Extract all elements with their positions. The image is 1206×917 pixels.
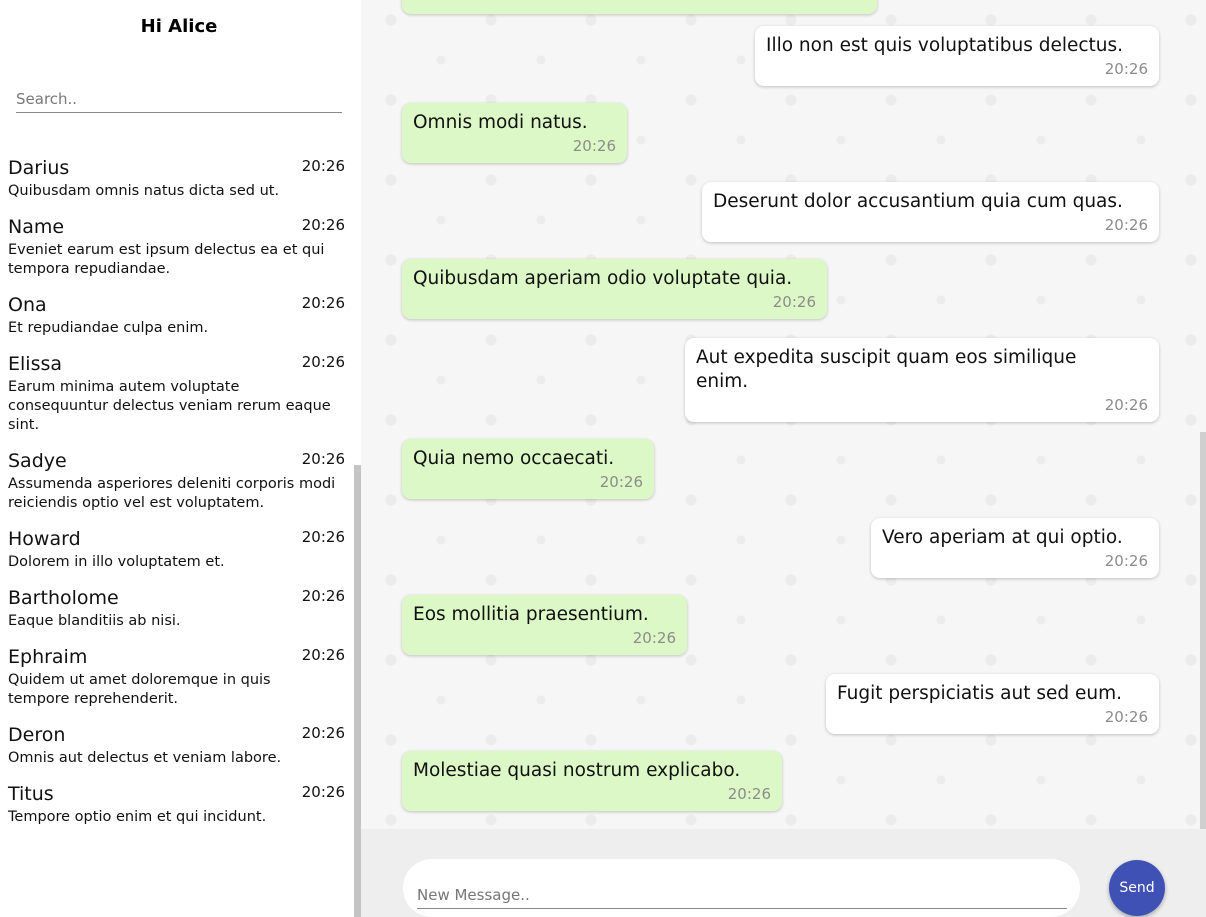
- message-time: 20:26: [599, 473, 643, 491]
- message-text: Vero aperiam at qui optio.: [882, 527, 1123, 548]
- contact-preview: Assumenda asperiores deleniti corporis m…: [8, 476, 336, 511]
- message-bubble-outgoing: Aut expedita suscipit quam eos similique…: [685, 338, 1159, 422]
- search-input[interactable]: [16, 85, 342, 113]
- message-text: Eos mollitia praesentium.: [413, 604, 649, 625]
- contact-time: 20:26: [301, 216, 345, 234]
- contact-name: Elissa: [8, 353, 63, 375]
- contact-name: Deron: [8, 724, 66, 746]
- contacts-sidebar: Hi Alice Darius 20:26 Quibusdam omnis na…: [0, 0, 361, 917]
- contact-preview: Earum minima autem voluptate consequuntu…: [8, 379, 331, 433]
- contact-preview: Eaque blanditiis ab nisi.: [8, 613, 181, 629]
- contact-item-sadye[interactable]: Sadye 20:26 Assumenda asperiores delenit…: [0, 443, 354, 521]
- message-time: 20:26: [1104, 708, 1148, 726]
- contact-time: 20:26: [301, 450, 345, 468]
- message-time: 20:26: [632, 629, 676, 647]
- contact-name: Ona: [8, 294, 47, 316]
- message-bubble-incoming: Quia nemo occaecati. 20:26: [402, 439, 654, 499]
- message-text: Aut expedita suscipit quam eos similique…: [696, 347, 1077, 392]
- message-bubble-incoming: Eos mollitia praesentium. 20:26: [402, 595, 687, 655]
- message-time: 20:26: [727, 785, 771, 803]
- contact-time: 20:26: [301, 528, 345, 546]
- contact-preview: Eveniet earum est ipsum delectus ea et q…: [8, 242, 325, 277]
- message-text: Omnis modi natus.: [413, 112, 588, 133]
- message-time: 20:26: [572, 137, 616, 155]
- contact-name: Titus: [8, 783, 54, 805]
- contact-name: Darius: [8, 157, 70, 179]
- new-message-input[interactable]: [417, 881, 1067, 909]
- message-text: Quibusdam aperiam odio voluptate quia.: [413, 268, 793, 289]
- message-bubble-outgoing: Deserunt dolor accusantium quia cum quas…: [702, 182, 1159, 242]
- contact-item-elissa[interactable]: Elissa 20:26 Earum minima autem voluptat…: [0, 346, 354, 443]
- contact-item-titus[interactable]: Titus 20:26 Tempore optio enim et qui in…: [0, 776, 354, 835]
- contact-item-bartholome[interactable]: Bartholome 20:26 Eaque blanditiis ab nis…: [0, 580, 354, 639]
- contact-time: 20:26: [301, 353, 345, 371]
- contact-name: Bartholome: [8, 587, 119, 609]
- contact-time: 20:26: [301, 646, 345, 664]
- message-text: Fugit perspiciatis aut sed eum.: [837, 683, 1123, 704]
- contact-item-ona[interactable]: Ona 20:26 Et repudiandae culpa enim.: [0, 287, 354, 346]
- contact-item-name[interactable]: Name 20:26 Eveniet earum est ipsum delec…: [0, 209, 354, 287]
- message-time: 20:26: [772, 293, 816, 311]
- contact-name: Ephraim: [8, 646, 88, 668]
- contact-time: 20:26: [301, 157, 345, 175]
- message-bubble-partial: [402, 0, 877, 14]
- chat-message-area: Illo non est quis voluptatibus delectus.…: [361, 0, 1206, 829]
- message-time: 20:26: [1104, 60, 1148, 78]
- contact-item-howard[interactable]: Howard 20:26 Dolorem in illo voluptatem …: [0, 521, 354, 580]
- contact-list: Darius 20:26 Quibusdam omnis natus dicta…: [0, 150, 354, 835]
- contact-preview: Et repudiandae culpa enim.: [8, 320, 209, 336]
- contact-preview: Dolorem in illo voluptatem et.: [8, 554, 225, 570]
- message-bubble-incoming: Omnis modi natus. 20:26: [402, 103, 627, 163]
- contact-time: 20:26: [301, 783, 345, 801]
- contact-preview: Omnis aut delectus et veniam labore.: [8, 750, 282, 766]
- contact-preview: Quibusdam omnis natus dicta sed ut.: [8, 183, 280, 199]
- greeting-title: Hi Alice: [140, 16, 218, 37]
- contact-name: Sadye: [8, 450, 67, 472]
- contact-preview: Tempore optio enim et qui incidunt.: [8, 809, 267, 825]
- message-text: Illo non est quis voluptatibus delectus.: [766, 35, 1124, 56]
- message-bubble-outgoing: Fugit perspiciatis aut sed eum. 20:26: [826, 674, 1159, 734]
- message-bubble-outgoing: Illo non est quis voluptatibus delectus.…: [755, 26, 1159, 86]
- contact-preview: Quidem ut amet doloremque in quis tempor…: [8, 672, 271, 707]
- message-field-container: [403, 859, 1080, 917]
- contact-time: 20:26: [301, 587, 345, 605]
- contact-item-deron[interactable]: Deron 20:26 Omnis aut delectus et veniam…: [0, 717, 354, 776]
- contact-time: 20:26: [301, 724, 345, 742]
- message-composer: Send: [361, 829, 1206, 917]
- chat-scrollbar-thumb[interactable]: [1200, 432, 1206, 829]
- contact-item-darius[interactable]: Darius 20:26 Quibusdam omnis natus dicta…: [0, 150, 354, 209]
- message-time: 20:26: [1104, 552, 1148, 570]
- contact-name: Name: [8, 216, 65, 238]
- sidebar-scrollbar-thumb[interactable]: [354, 465, 361, 917]
- contact-name: Howard: [8, 528, 81, 550]
- contact-item-ephraim[interactable]: Ephraim 20:26 Quidem ut amet doloremque …: [0, 639, 354, 717]
- contact-time: 20:26: [301, 294, 345, 312]
- message-text: Molestiae quasi nostrum explicabo.: [413, 760, 741, 781]
- message-bubble-incoming: Molestiae quasi nostrum explicabo. 20:26: [402, 751, 782, 811]
- message-text: Deserunt dolor accusantium quia cum quas…: [713, 191, 1123, 212]
- message-time: 20:26: [1104, 396, 1148, 414]
- message-time: 20:26: [1104, 216, 1148, 234]
- message-bubble-incoming: Quibusdam aperiam odio voluptate quia. 2…: [402, 259, 827, 319]
- message-text: Quia nemo occaecati.: [413, 448, 615, 469]
- send-button[interactable]: Send: [1109, 860, 1165, 916]
- message-bubble-outgoing: Vero aperiam at qui optio. 20:26: [871, 518, 1159, 578]
